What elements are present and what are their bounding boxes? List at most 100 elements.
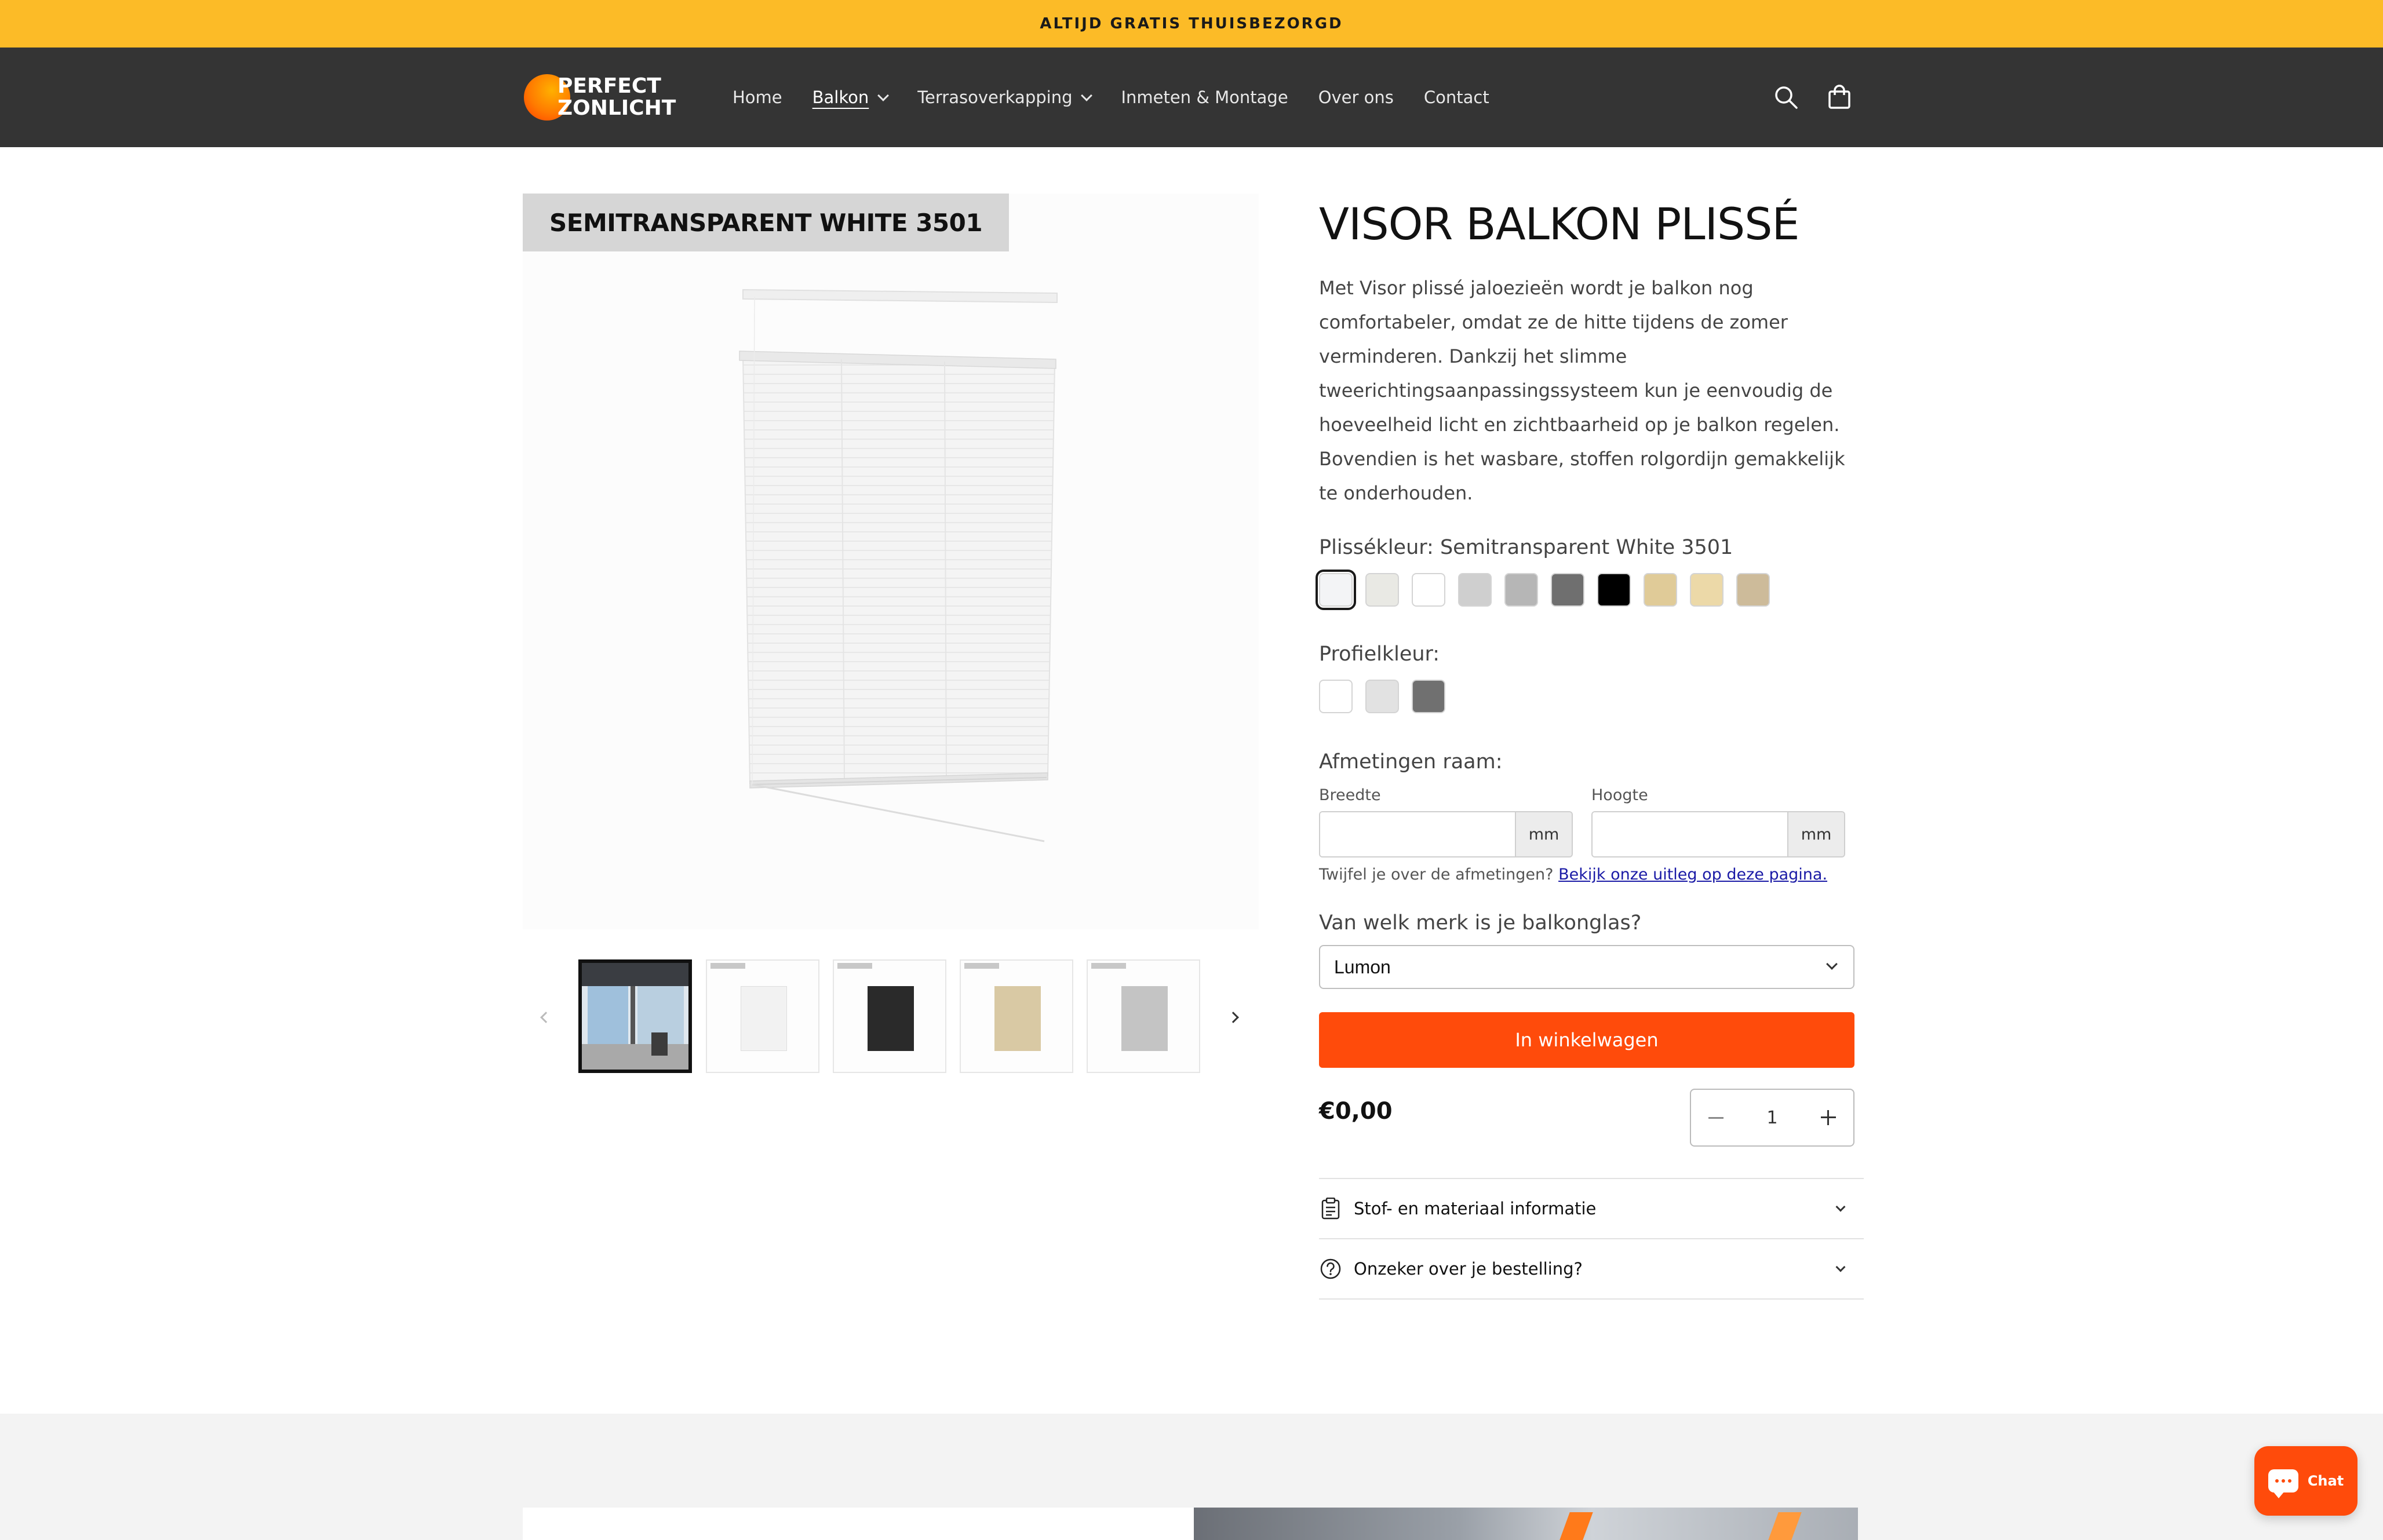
nav-terrasoverkapping[interactable]: Terrasoverkapping <box>917 87 1093 107</box>
thumb-label <box>837 963 872 969</box>
swatch-pleat-2[interactable] <box>1365 573 1399 607</box>
decrease-quantity-button[interactable] <box>1708 1116 1724 1119</box>
blind-panel <box>994 986 1041 1051</box>
accordion-order-help-label: Onzeker over je bestelling? <box>1354 1259 1583 1279</box>
chevron-down-icon <box>1835 1262 1846 1272</box>
swatch-pleat-5[interactable] <box>1504 573 1538 607</box>
chat-label: Chat <box>2307 1473 2344 1489</box>
swatch-profile-white[interactable] <box>1319 680 1353 713</box>
chat-button[interactable]: Chat <box>2254 1446 2358 1516</box>
main-nav: Home Balkon Terrasoverkapping Inmeten & … <box>733 48 1520 147</box>
thumbnail-strip <box>523 956 1259 1078</box>
brand-section: Van welk merk is je balkonglas? Lumon <box>1319 911 1864 989</box>
next-section-image <box>1194 1508 1858 1540</box>
nav-home-label: Home <box>733 87 782 107</box>
hint-link[interactable]: Bekijk onze uitleg op deze pagina. <box>1558 866 1827 884</box>
thumb-prev-button[interactable] <box>534 1006 558 1029</box>
swatch-pleat-10[interactable] <box>1736 573 1770 607</box>
balcony-photo-thumb <box>582 963 688 1070</box>
brand-select[interactable]: Lumon <box>1319 945 1854 989</box>
cart-icon <box>1828 85 1850 109</box>
swatch-pleat-4[interactable] <box>1458 573 1492 607</box>
swatch-semitransparent-white[interactable] <box>1316 570 1356 610</box>
product-info: VISOR BALKON PLISSÉ Met Visor plissé jal… <box>1316 194 1864 1300</box>
increase-quantity-button[interactable] <box>1821 1110 1836 1125</box>
nav-contact[interactable]: Contact <box>1424 87 1489 107</box>
width-input[interactable] <box>1320 812 1515 856</box>
quantity-value[interactable]: 1 <box>1766 1108 1777 1128</box>
nav-balkon[interactable]: Balkon <box>812 87 890 107</box>
blind-panel <box>868 986 914 1051</box>
height-input[interactable] <box>1593 812 1787 856</box>
thumb-label <box>1091 963 1126 969</box>
width-field-group: Breedte mm <box>1319 786 1573 857</box>
swatch-pleat-8[interactable] <box>1644 573 1677 607</box>
pleat-color-option: Plissékleur: Semitransparent White 3501 <box>1316 536 1864 610</box>
thumbnail-bright-white[interactable] <box>706 959 819 1073</box>
flag-decoration <box>1559 1512 1593 1540</box>
next-section <box>0 1414 2383 1540</box>
dimensions-section: Afmetingen raam: Breedte mm Hoogte mm Tw… <box>1319 750 1864 884</box>
swatch-pleat-3[interactable] <box>1412 573 1445 607</box>
accordion-material-info[interactable]: Stof- en materiaal informatie <box>1319 1179 1864 1239</box>
nav-inmeten-label: Inmeten & Montage <box>1121 87 1288 107</box>
profile-color-label: Profielkleur: <box>1319 643 1440 666</box>
variant-badge: SEMITRANSPARENT WHITE 3501 <box>523 194 1010 251</box>
logo-text: PERFECT ZONLICHT <box>558 75 676 119</box>
price-row: €0,00 1 <box>1319 1089 1864 1147</box>
swatch-profile-grey[interactable] <box>1412 680 1445 713</box>
nav-contact-label: Contact <box>1423 87 1489 107</box>
pleat-color-label: Plissékleur: Semitransparent White 3501 <box>1319 536 1733 559</box>
hint-text: Twijfel je over de afmetingen? <box>1319 866 1554 884</box>
height-field: mm <box>1591 811 1845 857</box>
add-to-cart-button[interactable]: In winkelwagen <box>1319 1012 1854 1068</box>
brand-question: Van welk merk is je balkonglas? <box>1319 911 1642 935</box>
next-section-card <box>523 1508 1195 1540</box>
add-to-cart-label: In winkelwagen <box>1515 1029 1659 1051</box>
logo-line2: ZONLICHT <box>558 96 676 120</box>
thumbnail-light-grey[interactable] <box>1087 959 1200 1073</box>
product-price: €0,00 <box>1319 1098 1393 1125</box>
height-label: Hoogte <box>1591 786 1648 804</box>
search-button[interactable] <box>1769 80 1803 115</box>
swatch-pleat-6[interactable] <box>1551 573 1584 607</box>
width-field: mm <box>1319 811 1573 857</box>
pleated-blind-image <box>739 289 1058 842</box>
chevron-left-icon <box>540 1012 552 1023</box>
nav-home[interactable]: Home <box>733 87 782 107</box>
nav-inmeten-montage[interactable]: Inmeten & Montage <box>1121 87 1288 107</box>
chat-bubble-icon <box>2268 1469 2298 1498</box>
variant-badge-text: SEMITRANSPARENT WHITE 3501 <box>549 208 983 237</box>
nav-over-ons[interactable]: Over ons <box>1318 87 1394 107</box>
announcement-text: ALTIJD GRATIS THUISBEZORGD <box>1040 15 1343 32</box>
chevron-down-icon <box>877 90 890 101</box>
dimensions-hint: Twijfel je over de afmetingen? Bekijk on… <box>1319 866 1864 884</box>
chevron-right-icon <box>1227 1012 1239 1023</box>
product-description: Met Visor plissé jaloezieën wordt je bal… <box>1319 277 1845 504</box>
height-unit: mm <box>1787 812 1844 856</box>
brand-selected-value: Lumon <box>1334 956 1391 977</box>
quantity-stepper: 1 <box>1690 1089 1854 1147</box>
thumbnail-beige[interactable] <box>960 959 1073 1073</box>
swatch-pleat-7[interactable] <box>1597 573 1631 607</box>
logo-line1: PERFECT <box>558 74 661 98</box>
chevron-down-icon <box>1826 958 1838 970</box>
swatch-pleat-9[interactable] <box>1690 573 1724 607</box>
width-label: Breedte <box>1319 786 1381 804</box>
thumbnail-balcony[interactable] <box>578 959 692 1073</box>
thumbnail-black[interactable] <box>833 959 946 1073</box>
cart-button[interactable] <box>1822 80 1857 115</box>
accordion-order-help[interactable]: Onzeker over je bestelling? <box>1319 1239 1864 1300</box>
thumb-next-button[interactable] <box>1222 1006 1245 1029</box>
swatch-profile-silver[interactable] <box>1365 680 1399 713</box>
logo[interactable]: PERFECT ZONLICHT <box>524 68 692 126</box>
profile-color-swatches <box>1319 680 1864 713</box>
search-icon <box>1775 86 1798 109</box>
thumb-label <box>964 963 999 969</box>
site-header: PERFECT ZONLICHT Home Balkon Terrasoverk… <box>0 48 2383 147</box>
product-image[interactable]: SEMITRANSPARENT WHITE 3501 <box>523 194 1259 929</box>
dimension-fields: Breedte mm Hoogte mm <box>1319 786 1864 857</box>
clipboard-icon <box>1319 1197 1342 1220</box>
nav-terrasoverkapping-label: Terrasoverkapping <box>917 87 1073 107</box>
question-circle-icon <box>1319 1257 1342 1280</box>
